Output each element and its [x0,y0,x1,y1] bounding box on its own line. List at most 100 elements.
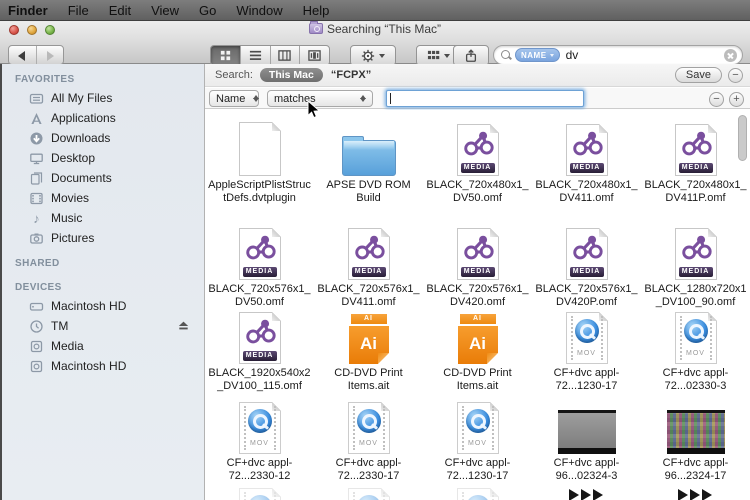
gear-icon [361,49,375,63]
search-query-text: dv [566,48,724,62]
file-item[interactable]: AppleScriptPlistStructDefs.dvtplugin [205,122,314,205]
file-item[interactable]: MOV [205,486,314,500]
forward-arrow-icon [47,51,54,61]
omf-media-file-icon: MEDIA [457,124,499,176]
file-name: CF+dvc appl-72...2330-17 [317,457,421,483]
popup-arrows-icon [253,92,259,105]
menu-window[interactable]: Window [226,0,292,21]
file-item[interactable]: MOV [314,486,423,500]
file-item[interactable]: MOV CF+dvc appl-72...1230-17 [532,310,641,393]
file-item[interactable]: MOV CF+dvc appl-72...02330-3 [641,310,750,393]
file-item[interactable]: MEDIA BLACK_720x576x1_DV420.omf [423,226,532,309]
sidebar-section-favorites: FAVORITES [2,64,204,88]
clear-search-button[interactable] [724,49,737,62]
documents-icon [29,171,44,186]
menu-finder[interactable]: Finder [0,0,58,21]
scope-fcpx[interactable]: “FCPX” [331,69,371,81]
remove-scope-button[interactable]: − [728,68,743,83]
sidebar-item-media[interactable]: Media [2,336,204,356]
sidebar-item-music[interactable]: ♪ Music [2,208,204,228]
list-view-icon [249,49,262,62]
quicktime-movie-file-icon: MOV [566,312,608,364]
sidebar-item-all-my-files[interactable]: All My Files [2,88,204,108]
sidebar-section-devices: DEVICES [2,272,204,296]
file-item[interactable]: MEDIA BLACK_1280x720x1_DV100_90.omf [641,226,750,309]
sidebar-item-downloads[interactable]: Downloads [2,128,204,148]
close-button[interactable] [9,25,19,35]
file-item[interactable]: MEDIA BLACK_720x480x1_DV411P.omf [641,122,750,205]
forward-button[interactable] [36,46,64,64]
file-item[interactable]: MOV CF+dvc appl-72...2330-12 [205,400,314,483]
share-button[interactable] [453,45,489,66]
music-icon: ♪ [29,211,44,226]
column-view-icon [278,49,291,62]
file-name: CF+dvc appl-96...2324-17 [644,457,748,483]
menu-view[interactable]: View [141,0,189,21]
zoom-button[interactable] [45,25,55,35]
eject-icon[interactable] [177,319,190,332]
column-view-button[interactable] [270,46,300,65]
list-view-button[interactable] [240,46,270,65]
vertical-scrollbar-thumb[interactable] [738,115,747,161]
sidebar-item-desktop[interactable]: Desktop [2,148,204,168]
applications-icon [29,111,44,126]
file-item[interactable]: CF+dvc appl-96...02324-3 [532,400,641,483]
sidebar-item-applications[interactable]: Applications [2,108,204,128]
menu-go[interactable]: Go [189,0,226,21]
back-button[interactable] [9,46,36,64]
coverflow-view-icon [308,49,321,62]
smart-folder-icon [309,23,323,34]
file-item[interactable]: MEDIA BLACK_720x480x1_DV411.omf [532,122,641,205]
quicktime-movie-file-icon: MOV [239,402,281,454]
action-menu-button[interactable] [350,45,396,66]
scope-this-mac[interactable]: This Mac [260,68,323,82]
quicktime-movie-file-icon: MOV [675,312,717,364]
sidebar-item-label: TM [51,319,68,333]
omf-media-file-icon: MEDIA [566,124,608,176]
file-item[interactable]: MEDIA BLACK_720x576x1_DV50.omf [205,226,314,309]
view-mode-control [210,45,330,66]
movies-icon [29,191,44,206]
file-item[interactable]: AIAi CD-DVD Print Items.ait [423,310,532,393]
criteria-attribute-popup[interactable]: Name [209,90,259,107]
file-item[interactable]: MEDIA BLACK_720x576x1_DV420P.omf [532,226,641,309]
sidebar-item-macintosh-hd[interactable]: Macintosh HD [2,296,204,316]
file-item[interactable]: APSE DVD ROM Build [314,122,423,205]
pictures-icon [29,231,44,246]
file-item[interactable] [532,486,641,500]
toolbar-search-field[interactable]: NAME dv [493,45,743,65]
file-item[interactable]: CF+dvc appl-96...2324-17 [641,400,750,483]
sidebar-item-documents[interactable]: Documents [2,168,204,188]
file-item[interactable]: MOV [423,486,532,500]
file-item[interactable]: MEDIA BLACK_1920x540x2_DV100_115.omf [205,310,314,393]
file-name: CF+dvc appl-72...02330-3 [644,367,748,393]
file-item[interactable] [641,486,750,500]
menu-edit[interactable]: Edit [99,0,141,21]
grid-row: MOV CF+dvc appl-72...2330-12 MOV CF+dvc … [205,400,750,483]
navigation-buttons [8,45,64,65]
fast-forward-file-icon [562,486,612,500]
menu-help[interactable]: Help [293,0,340,21]
video-thumbnail-icon [558,410,616,454]
sidebar-item-macintosh-hd-2[interactable]: Macintosh HD [2,356,204,376]
minimize-button[interactable] [27,25,37,35]
add-criteria-button[interactable]: + [729,92,744,107]
external-drive-icon [29,359,44,374]
sidebar-item-label: Media [51,339,84,353]
file-item[interactable]: MEDIA BLACK_720x480x1_DV50.omf [423,122,532,205]
sidebar-item-pictures[interactable]: Pictures [2,228,204,248]
file-item[interactable]: MOV CF+dvc appl-72...2330-17 [314,400,423,483]
menu-file[interactable]: File [58,0,99,21]
remove-criteria-button[interactable]: − [709,92,724,107]
coverflow-view-button[interactable] [299,46,329,65]
criteria-value-input[interactable] [386,90,584,107]
sidebar-item-movies[interactable]: Movies [2,188,204,208]
icon-view-button[interactable] [211,46,240,65]
search-scope-token[interactable]: NAME [515,48,560,62]
sidebar-item-tm[interactable]: TM [2,316,204,336]
criteria-operator-popup[interactable]: matches [267,90,373,107]
file-item[interactable]: MOV CF+dvc appl-72...1230-17 [423,400,532,483]
file-item[interactable]: AIAi CD-DVD Print Items.ait [314,310,423,393]
file-item[interactable]: MEDIA BLACK_720x576x1_DV411.omf [314,226,423,309]
save-search-button[interactable]: Save [675,67,722,83]
